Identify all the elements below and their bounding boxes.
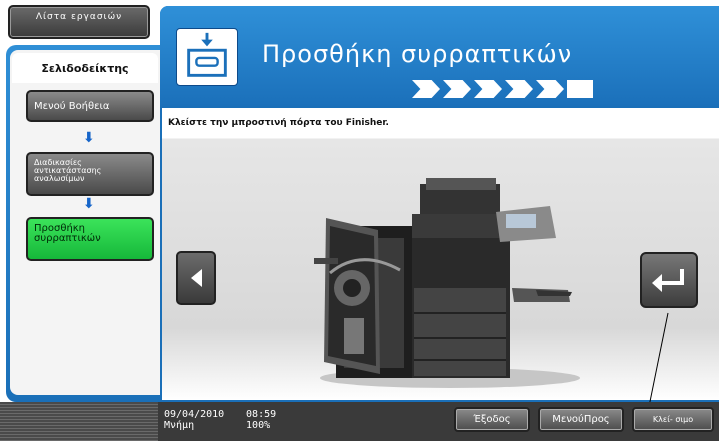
arrow-down-icon: ⬇	[83, 196, 95, 212]
step-help-menu[interactable]: Μενού Βοήθεια	[26, 90, 154, 122]
progress-chevron	[505, 80, 533, 98]
page-title: Προσθήκη συρραπτικών	[262, 40, 573, 68]
status-bar-pattern	[0, 402, 158, 441]
memory-label: Μνήμη	[164, 420, 195, 431]
return-button[interactable]	[640, 252, 698, 308]
time-text: 08:59	[246, 409, 277, 420]
step-add-staples[interactable]: Προσθήκη συρραπτικών	[26, 217, 154, 261]
memory-value: 100%	[246, 420, 271, 431]
exit-button[interactable]: Έξοδος	[454, 407, 530, 432]
job-list-button[interactable]: Λίστα εργασιών	[8, 5, 150, 39]
arrow-down-icon: ⬇	[83, 130, 95, 146]
progress-chevron	[443, 80, 471, 98]
screen: Λίστα εργασιών Σελιδοδείκτης Μενού Βοήθε…	[0, 0, 719, 441]
arrow-left-icon	[190, 269, 202, 287]
progress-chevron	[536, 80, 564, 98]
previous-button[interactable]	[176, 251, 216, 305]
bookmark-tab[interactable]: Σελιδοδείκτης	[12, 53, 158, 83]
date-text: 09/04/2010	[164, 409, 225, 420]
step-consumables-procedures[interactable]: Διαδικασίες αντικατάστασης αναλωσίμων	[26, 152, 154, 196]
progress-chevron	[474, 80, 502, 98]
close-button[interactable]: Κλεί- σιμο	[632, 407, 714, 432]
progress-end	[567, 80, 593, 98]
menu-button[interactable]: ΜενούΠρος	[538, 407, 624, 432]
progress-indicator	[412, 80, 593, 98]
status-info: 09/04/2010 08:59 Μνήμη 100%	[164, 409, 276, 431]
finisher-illustration	[300, 178, 580, 388]
staple-cartridge-icon	[176, 28, 238, 86]
progress-chevron	[412, 80, 440, 98]
instruction-text: Κλείστε την μπροστινή πόρτα του Finisher…	[168, 118, 389, 128]
return-arrow-icon	[652, 269, 684, 292]
